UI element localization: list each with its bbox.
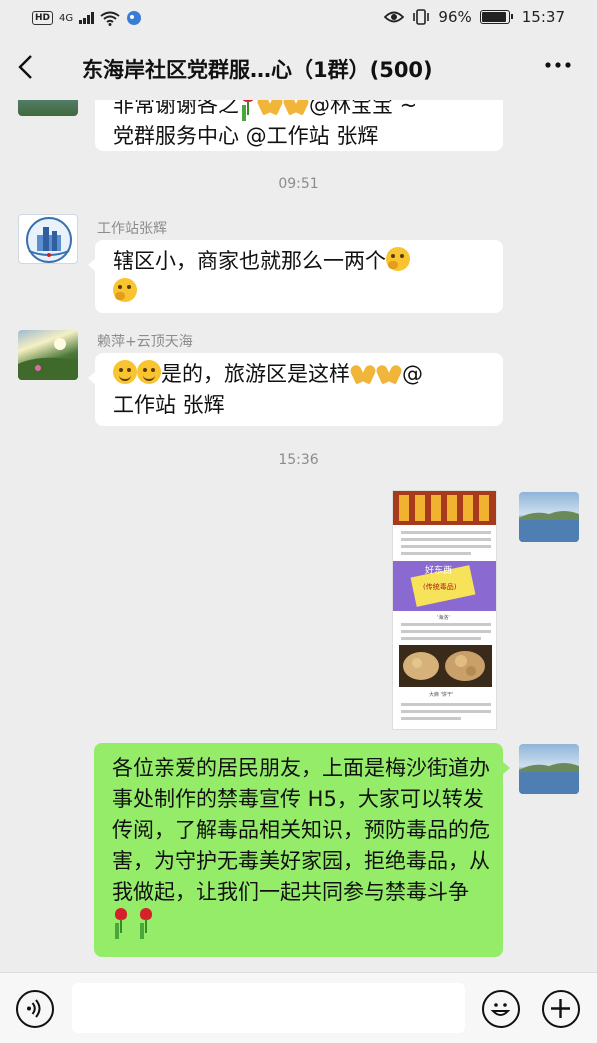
plus-icon (551, 999, 570, 1018)
status-left: HD 4G (32, 10, 142, 26)
seaside-photo-icon (519, 763, 579, 794)
message-list[interactable]: 非常谢谢各之 @林宝宝 ~ 党群服务中心 @工作站 张辉 09:51 工作站张辉 … (0, 100, 597, 972)
mention-text: 工作站 张辉 (113, 393, 225, 417)
shared-image[interactable]: 好东西 (传统毒品) '海洛' 大麻 '饼干' (392, 490, 497, 730)
poster-caption: (传统毒品) (423, 582, 457, 591)
clapping-hands-emoji-icon (376, 361, 402, 383)
emoji-button[interactable] (482, 990, 520, 1028)
chat-header: 东海岸社区党群服…心（1群）(500) (0, 38, 597, 100)
thinking-emoji-icon (386, 247, 410, 271)
back-button[interactable] (16, 52, 46, 86)
poster-caption: 大麻 '饼干' (429, 691, 453, 698)
message-bubble[interactable]: 辖区小，商家也就那么一两个 (88, 240, 503, 313)
more-functions-button[interactable] (542, 990, 580, 1028)
signal-icon (79, 12, 95, 24)
voice-icon (27, 999, 41, 1018)
message-bubble[interactable]: 各位亲爱的居民朋友，上面是梅沙街道办事处制作的禁毒宣传 H5，大家可以转发传阅，… (94, 743, 510, 957)
battery-percent: 96% (438, 8, 472, 26)
app-notification-icon (127, 11, 142, 25)
rose-emoji-icon (137, 908, 155, 934)
smiling-emoji-icon (137, 360, 161, 384)
thinking-emoji-icon (113, 278, 137, 302)
avatar[interactable] (519, 744, 579, 794)
message-text: 非常谢谢各之 @林宝宝 ~ (113, 100, 489, 121)
clock: 15:37 (521, 8, 565, 26)
emoji-icon (490, 1003, 511, 1016)
more-icon (545, 62, 571, 68)
smiling-emoji-icon (113, 360, 137, 384)
message-bubble[interactable]: 是的，旅游区是这样 @ 工作站 张辉 (88, 353, 503, 426)
voice-button[interactable] (16, 990, 54, 1028)
chevron-left-icon (18, 55, 32, 79)
avatar[interactable] (18, 330, 78, 380)
input-bar (0, 972, 597, 1043)
mention-text: @林宝宝 ~ (309, 100, 418, 117)
avatar[interactable] (18, 100, 78, 116)
message-text: 党群服务中心 @工作站 张辉 (113, 124, 379, 148)
anti-drug-poster-image: 好东西 (传统毒品) '海洛' 大麻 '饼干' (393, 491, 496, 720)
rose-emoji-icon (239, 100, 257, 116)
clapping-hands-emoji-icon (283, 100, 309, 114)
avatar[interactable] (18, 214, 78, 264)
message-bubble[interactable]: 非常谢谢各之 @林宝宝 ~ 党群服务中心 @工作站 张辉 (95, 100, 503, 151)
timestamp: 15:36 (278, 452, 319, 468)
rose-emoji-icon (112, 908, 130, 934)
battery-icon (479, 10, 513, 24)
sender-name: 工作站张辉 (97, 221, 167, 237)
community-logo-icon (26, 217, 72, 263)
clapping-hands-emoji-icon (350, 361, 376, 383)
message-text: 辖区小，商家也就那么一两个 (113, 249, 386, 273)
eye-icon (384, 11, 405, 23)
poster-caption: 好东西 (425, 564, 452, 576)
sunset-photo-icon (18, 338, 78, 380)
clapping-hands-emoji-icon (257, 100, 283, 114)
wifi-icon (100, 11, 120, 26)
message-input[interactable] (72, 983, 465, 1033)
poster-caption: '海洛' (437, 614, 450, 621)
status-bar: HD 4G 96% 15:37 (0, 0, 597, 38)
status-right: 96% 15:37 (384, 8, 565, 26)
hd-indicator: HD (32, 11, 54, 25)
more-button[interactable] (543, 50, 573, 86)
sender-name: 赖萍+云顶天海 (97, 334, 193, 350)
message-text: 是的，旅游区是这样 (161, 362, 350, 386)
avatar[interactable] (519, 492, 579, 542)
message-text: 各位亲爱的居民朋友，上面是梅沙街道办事处制作的禁毒宣传 H5，大家可以转发传阅，… (112, 756, 490, 904)
chat-title: 东海岸社区党群服…心（1群）(500) (82, 58, 433, 82)
timestamp: 09:51 (278, 176, 319, 192)
seaside-photo-icon (519, 511, 579, 542)
mention-text: @ (402, 362, 423, 386)
network-type: 4G (59, 12, 74, 24)
vibrate-icon (413, 9, 430, 25)
